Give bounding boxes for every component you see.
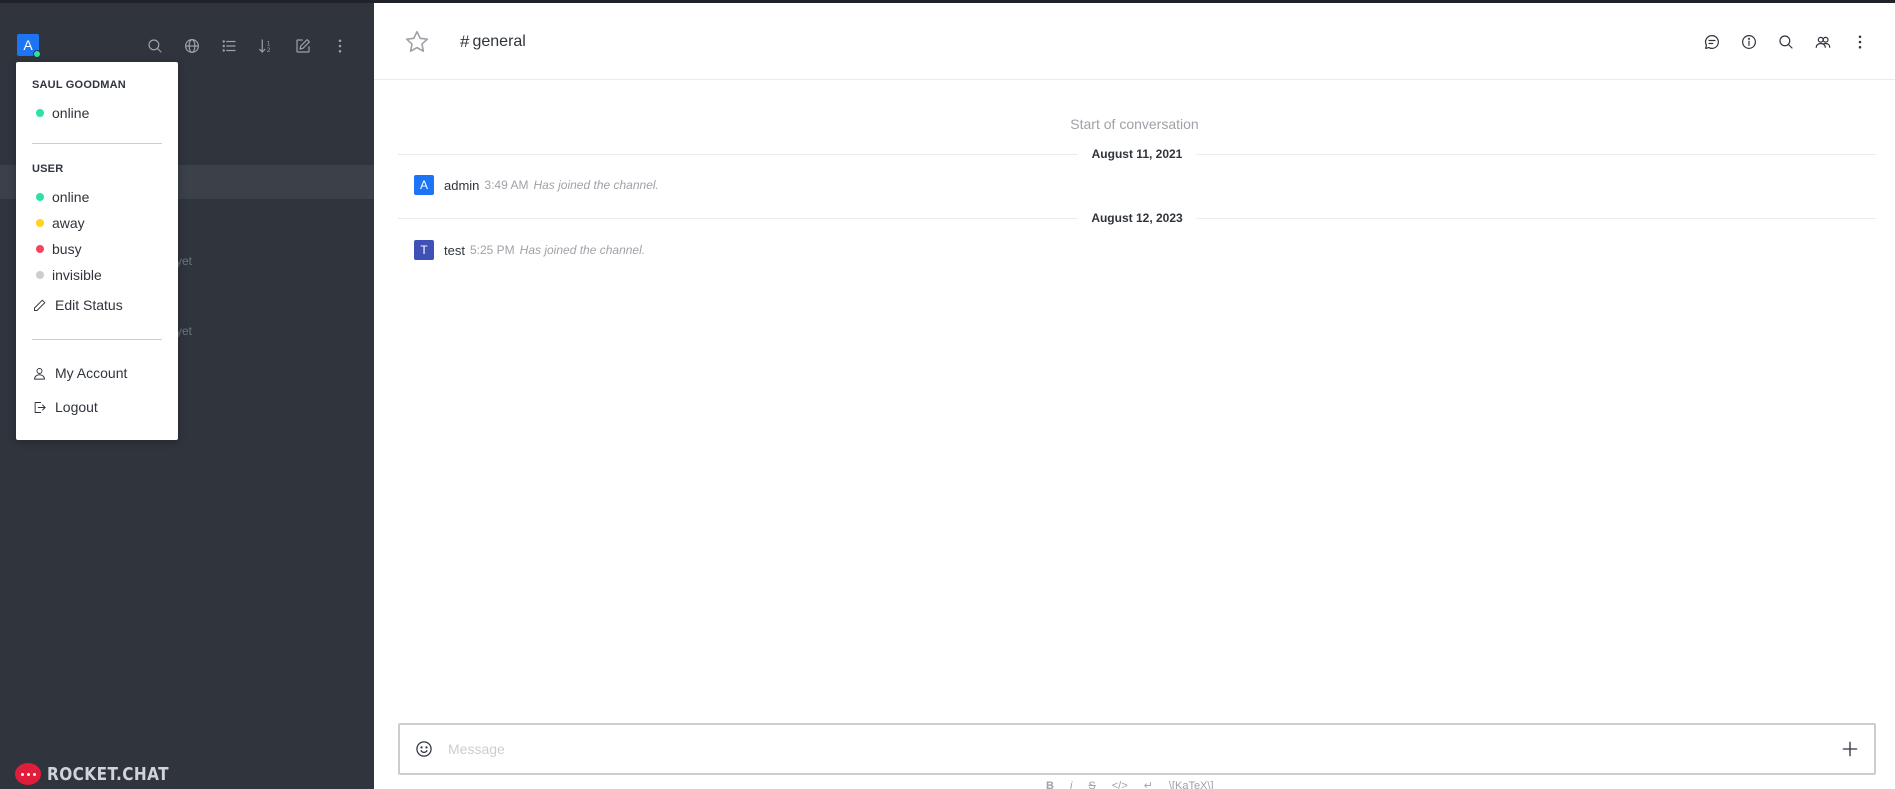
view-mode-icon[interactable] bbox=[217, 34, 241, 58]
user-icon bbox=[34, 367, 45, 380]
room-name: general bbox=[472, 33, 526, 50]
search-messages-icon[interactable] bbox=[1775, 31, 1797, 53]
info-icon[interactable] bbox=[1738, 31, 1760, 53]
status-option-invisible[interactable]: invisible bbox=[32, 265, 102, 285]
status-option-online[interactable]: online bbox=[32, 187, 89, 207]
message-composer bbox=[398, 723, 1876, 775]
current-status-label: online bbox=[52, 105, 90, 121]
directory-icon[interactable] bbox=[180, 34, 204, 58]
status-dot bbox=[36, 245, 44, 253]
user-status-menu: SAUL GOODMAN online USER online away bus… bbox=[16, 62, 178, 440]
rocket-bubble-icon bbox=[15, 763, 41, 785]
message-time: 3:49 AM bbox=[484, 178, 529, 192]
italic-button[interactable]: i bbox=[1070, 780, 1072, 789]
create-new-icon[interactable] bbox=[291, 34, 315, 58]
date-label: August 11, 2021 bbox=[1077, 145, 1197, 163]
svg-text:2: 2 bbox=[267, 47, 271, 54]
edit-status-button[interactable]: Edit Status bbox=[32, 295, 123, 315]
status-dot bbox=[36, 219, 44, 227]
kebab-menu-icon[interactable] bbox=[1849, 31, 1871, 53]
my-account-button[interactable]: My Account bbox=[32, 363, 127, 383]
emoji-icon[interactable] bbox=[414, 739, 434, 759]
status-option-label: busy bbox=[52, 241, 82, 257]
status-dot bbox=[36, 193, 44, 201]
logout-button[interactable]: Logout bbox=[32, 397, 98, 417]
status-dot bbox=[33, 50, 41, 58]
katex-button[interactable]: \[KaTeX\] bbox=[1169, 780, 1214, 789]
start-of-conversation: Start of conversation bbox=[1070, 116, 1199, 132]
message-username[interactable]: admin bbox=[444, 178, 479, 193]
message-text: Has joined the channel. bbox=[533, 178, 659, 192]
popup-username: SAUL GOODMAN bbox=[32, 79, 126, 91]
multiline-button[interactable]: ↵ bbox=[1144, 779, 1153, 789]
status-option-label: away bbox=[52, 215, 85, 231]
channel-hash-icon: # bbox=[460, 32, 470, 51]
sort-icon[interactable]: 12 bbox=[254, 34, 278, 58]
status-option-label: invisible bbox=[52, 267, 102, 283]
divider bbox=[32, 143, 162, 144]
pencil-icon bbox=[34, 299, 46, 311]
message-avatar[interactable]: T bbox=[414, 240, 434, 260]
message[interactable]: T test 5:25 PM Has joined the channel. bbox=[414, 240, 645, 260]
room-header: # general bbox=[374, 3, 1895, 80]
message-avatar[interactable]: A bbox=[414, 175, 434, 195]
search-icon[interactable] bbox=[143, 34, 167, 58]
rocketchat-logo: ROCKET.CHAT bbox=[15, 763, 191, 785]
plus-icon[interactable] bbox=[1840, 739, 1860, 759]
current-status: online bbox=[32, 103, 89, 123]
status-option-busy[interactable]: busy bbox=[32, 239, 82, 259]
formatting-toolbar: B i S </> ↵ \[KaTeX\] bbox=[1046, 779, 1214, 789]
divider bbox=[32, 339, 162, 340]
members-icon[interactable] bbox=[1812, 31, 1834, 53]
edit-status-label: Edit Status bbox=[55, 297, 123, 313]
logout-icon bbox=[34, 401, 46, 413]
message-username[interactable]: test bbox=[444, 243, 465, 258]
sidebar-toolbar: 12 bbox=[143, 34, 352, 58]
message-input[interactable] bbox=[448, 737, 1818, 761]
message-text: Has joined the channel. bbox=[519, 243, 646, 257]
code-button[interactable]: </> bbox=[1112, 780, 1128, 789]
status-option-away[interactable]: away bbox=[32, 213, 85, 233]
section-label-user: USER bbox=[32, 163, 64, 175]
avatar-letter: A bbox=[23, 37, 33, 53]
date-divider: August 11, 2021 bbox=[398, 145, 1876, 163]
message[interactable]: A admin 3:49 AM Has joined the channel. bbox=[414, 175, 659, 195]
status-option-label: online bbox=[52, 189, 90, 205]
my-account-label: My Account bbox=[55, 365, 128, 381]
room-title: # general bbox=[460, 32, 526, 52]
date-label: August 12, 2023 bbox=[1077, 209, 1197, 227]
logout-label: Logout bbox=[55, 399, 98, 415]
kebab-menu-icon[interactable] bbox=[328, 34, 352, 58]
svg-text:1: 1 bbox=[267, 40, 271, 47]
user-avatar[interactable]: A bbox=[17, 34, 41, 58]
sidebar-item-hint: yet bbox=[176, 324, 193, 338]
message-time: 5:25 PM bbox=[469, 243, 515, 257]
threads-icon[interactable] bbox=[1701, 31, 1723, 53]
status-dot bbox=[36, 271, 44, 279]
logo-text: ROCKET.CHAT bbox=[47, 763, 170, 785]
strike-button[interactable]: S bbox=[1088, 780, 1095, 789]
date-divider: August 12, 2023 bbox=[398, 209, 1876, 227]
main-room: # general Start of conversation August 1… bbox=[374, 0, 1895, 789]
room-toolbar bbox=[1701, 31, 1871, 53]
sidebar-item-hint: yet bbox=[176, 254, 193, 268]
bold-button[interactable]: B bbox=[1046, 780, 1054, 789]
favorite-star-icon[interactable] bbox=[404, 29, 430, 55]
status-dot bbox=[36, 109, 44, 117]
